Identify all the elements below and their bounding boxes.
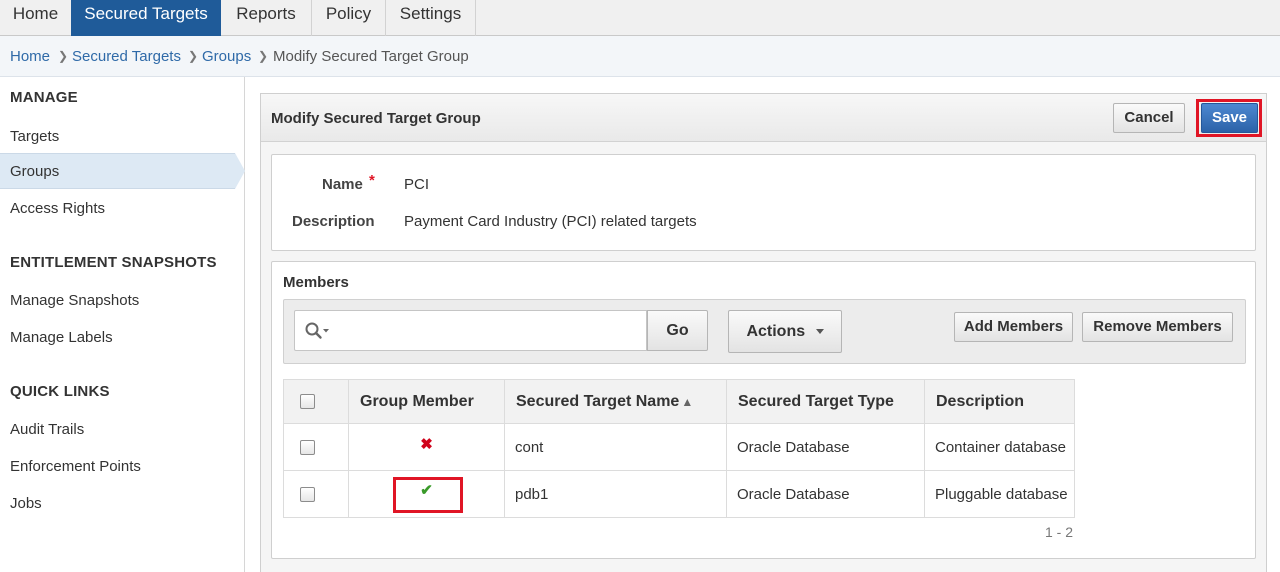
search-icon[interactable] bbox=[304, 321, 330, 344]
sidebar-selected-arrow bbox=[235, 153, 245, 189]
actions-menu-button[interactable]: Actions bbox=[728, 310, 842, 353]
description-label: Description bbox=[292, 213, 375, 230]
search-box bbox=[294, 310, 647, 351]
description-cell: Pluggable database bbox=[924, 470, 1075, 518]
tab-reports[interactable]: Reports bbox=[221, 0, 312, 36]
region-header: Modify Secured Target Group Cancel Save bbox=[261, 94, 1266, 142]
description-cell: Container database bbox=[924, 423, 1075, 471]
breadcrumb-home[interactable]: Home bbox=[10, 48, 50, 65]
secured-target-name-cell: pdb1 bbox=[504, 470, 727, 518]
row-checkbox[interactable] bbox=[300, 487, 315, 503]
name-label: Name bbox=[322, 176, 363, 193]
sidebar-item-audit-trails[interactable]: Audit Trails bbox=[10, 421, 84, 438]
region-title: Modify Secured Target Group bbox=[271, 110, 481, 127]
search-input[interactable] bbox=[333, 315, 638, 346]
members-title: Members bbox=[283, 274, 349, 291]
tab-settings[interactable]: Settings bbox=[386, 0, 476, 36]
breadcrumb: Home ❯ Secured Targets ❯ Groups ❯ Modify… bbox=[0, 36, 1280, 77]
sidebar-item-targets[interactable]: Targets bbox=[10, 128, 59, 145]
sidebar-heading-quick-links: QUICK LINKS bbox=[10, 383, 110, 400]
save-button[interactable]: Save bbox=[1201, 103, 1258, 133]
table-row: ✖ cont Oracle Database Container databas… bbox=[283, 423, 1075, 471]
sidebar-heading-manage: MANAGE bbox=[10, 89, 78, 106]
tab-policy[interactable]: Policy bbox=[312, 0, 386, 36]
actions-label: Actions bbox=[746, 323, 806, 340]
breadcrumb-current: Modify Secured Target Group bbox=[273, 48, 469, 65]
description-field[interactable]: Payment Card Industry (PCI) related targ… bbox=[404, 213, 697, 230]
column-header-secured-target-type[interactable]: Secured Target Type bbox=[726, 379, 925, 424]
top-nav: Home Secured Targets Reports Policy Sett… bbox=[0, 0, 1280, 36]
tab-home[interactable]: Home bbox=[0, 0, 72, 36]
row-select-cell bbox=[283, 470, 349, 518]
members-region: Members Go Actions Add Members Remove Me… bbox=[271, 261, 1256, 559]
go-button[interactable]: Go bbox=[647, 310, 708, 351]
column-header-secured-target-name[interactable]: Secured Target Name ▲ bbox=[504, 379, 727, 424]
sidebar-item-groups[interactable]: Groups bbox=[10, 163, 59, 180]
chevron-down-icon bbox=[815, 329, 824, 335]
group-member-cell: ✖ bbox=[348, 423, 505, 471]
table-header-row: Group Member Secured Target Name ▲ Secure… bbox=[283, 379, 1075, 424]
sidebar: MANAGE Targets Groups Access Rights ENTI… bbox=[0, 77, 245, 572]
sidebar-item-manage-snapshots[interactable]: Manage Snapshots bbox=[10, 292, 139, 309]
column-header-description[interactable]: Description bbox=[924, 379, 1075, 424]
add-members-button[interactable]: Add Members bbox=[954, 312, 1073, 342]
x-mark-icon: ✖ bbox=[420, 436, 433, 453]
sidebar-item-access-rights[interactable]: Access Rights bbox=[10, 200, 105, 217]
select-all-checkbox[interactable] bbox=[300, 393, 315, 409]
sort-ascending-icon: ▲ bbox=[681, 394, 694, 409]
row-checkbox[interactable] bbox=[300, 440, 315, 456]
column-header-label: Secured Target Name bbox=[516, 392, 680, 410]
breadcrumb-chevron-icon: ❯ bbox=[58, 49, 69, 63]
sidebar-item-enforcement-points[interactable]: Enforcement Points bbox=[10, 458, 141, 475]
pagination-info: 1 - 2 bbox=[1045, 524, 1074, 540]
remove-members-button[interactable]: Remove Members bbox=[1082, 312, 1233, 342]
members-toolbar: Go Actions Add Members Remove Members bbox=[283, 299, 1246, 364]
group-form: Name * PCI Description Payment Card Indu… bbox=[271, 154, 1256, 251]
breadcrumb-chevron-icon: ❯ bbox=[258, 49, 269, 63]
tab-secured-targets[interactable]: Secured Targets bbox=[71, 0, 221, 36]
group-member-highlight-box bbox=[393, 477, 463, 513]
sidebar-item-jobs[interactable]: Jobs bbox=[10, 495, 42, 512]
sidebar-heading-entitlement-snapshots: ENTITLEMENT SNAPSHOTS bbox=[10, 254, 217, 271]
row-select-cell bbox=[283, 423, 349, 471]
name-field[interactable]: PCI bbox=[404, 176, 429, 193]
cancel-button[interactable]: Cancel bbox=[1113, 103, 1185, 133]
breadcrumb-groups[interactable]: Groups bbox=[202, 48, 251, 65]
secured-target-type-cell: Oracle Database bbox=[726, 423, 925, 471]
secured-target-type-cell: Oracle Database bbox=[726, 470, 925, 518]
sidebar-item-manage-labels[interactable]: Manage Labels bbox=[10, 329, 113, 346]
required-marker: * bbox=[369, 172, 375, 189]
column-header-group-member[interactable]: Group Member bbox=[348, 379, 505, 424]
select-all-header bbox=[283, 379, 349, 424]
secured-target-name-cell: cont bbox=[504, 423, 727, 471]
breadcrumb-secured-targets[interactable]: Secured Targets bbox=[72, 48, 181, 65]
breadcrumb-chevron-icon: ❯ bbox=[188, 49, 199, 63]
